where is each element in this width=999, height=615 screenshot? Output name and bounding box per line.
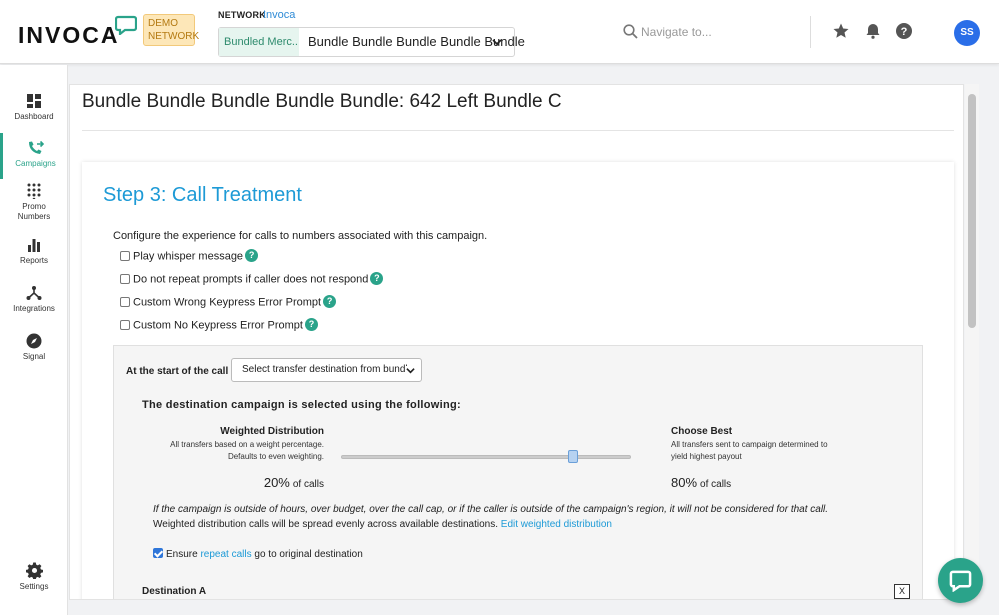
configure-text: Configure the experience for calls to nu… — [113, 230, 488, 242]
invoca-logo[interactable]: INVOCA — [18, 22, 119, 49]
main-panel: Bundle Bundle Bundle Bundle Bundle: 642 … — [69, 84, 964, 600]
star-icon[interactable] — [832, 22, 850, 40]
compass-icon — [26, 333, 42, 349]
wrong-keypress-checkbox[interactable] — [120, 296, 130, 307]
sidebar-item-reports[interactable]: Reports — [0, 237, 68, 266]
no-repeat-prompts-label: Do not repeat prompts if caller does not… — [133, 273, 369, 286]
sidebar-item-integrations[interactable]: Integrations — [0, 285, 68, 314]
logo-chat-bubble-icon — [115, 15, 137, 35]
remove-destination-button[interactable]: X — [894, 584, 910, 599]
weighted-note-text: Weighted distribution calls will be spre… — [153, 519, 498, 530]
campaign-selector[interactable]: Bundled Merc... Bundle Bundle Bundle Bun… — [218, 27, 525, 57]
repeat-calls-link[interactable]: repeat calls — [200, 549, 251, 560]
distribution-slider-handle[interactable] — [568, 450, 578, 463]
weighted-distribution-title: Weighted Distribution — [220, 426, 324, 437]
help-icon[interactable]: ? — [370, 272, 384, 285]
sidebar-item-settings[interactable]: Settings — [0, 562, 68, 592]
svg-text:?: ? — [901, 26, 908, 38]
option-play-whisper[interactable]: Play whisper message? — [120, 249, 259, 266]
sidebar-label-signal: Signal — [22, 352, 46, 361]
sidebar: Dashboard Campaigns Promo Numbers Report… — [0, 65, 68, 615]
top-header: INVOCA DEMO NETWORK NETWORK Invoca Bundl… — [0, 0, 999, 64]
sidebar-label-promo-numbers: Promo Numbers — [17, 202, 51, 221]
help-icon[interactable]: ? — [895, 22, 913, 40]
chevron-down-icon — [406, 366, 415, 375]
option-no-repeat-prompts[interactable]: Do not repeat prompts if caller does not… — [120, 272, 384, 289]
sidebar-item-promo-numbers[interactable]: Promo Numbers — [0, 183, 68, 222]
weighted-percentage: 20% of calls — [262, 474, 324, 492]
weighted-distribution-desc: All transfers based on a weight percenta… — [154, 439, 324, 463]
integrations-icon — [26, 286, 42, 300]
sidebar-label-reports: Reports — [19, 256, 48, 265]
choose-best-desc-line2: yield highest payout — [671, 452, 742, 461]
chat-support-button[interactable] — [938, 558, 983, 603]
chevron-down-icon[interactable] — [492, 37, 502, 47]
sidebar-item-campaigns[interactable]: Campaigns — [0, 133, 68, 179]
sidebar-label-integrations: Integrations — [13, 304, 55, 313]
play-whisper-label: Play whisper message — [133, 250, 244, 263]
search-icon[interactable] — [623, 24, 638, 39]
title-divider — [82, 130, 954, 131]
help-icon[interactable]: ? — [304, 318, 318, 331]
scrollbar-thumb[interactable] — [968, 94, 976, 328]
ensure-repeat-calls-checkbox[interactable] — [153, 548, 163, 559]
destination-a-label: Destination A — [142, 586, 207, 597]
choose-best-percentage: 80% of calls — [671, 474, 731, 492]
play-whisper-checkbox[interactable] — [120, 250, 130, 261]
call-treatment-card: Step 3: Call Treatment Configure the exp… — [82, 162, 954, 599]
network-link[interactable]: Invoca — [263, 9, 295, 21]
sidebar-label-settings: Settings — [19, 582, 49, 591]
navigate-search-input[interactable] — [641, 22, 801, 42]
header-divider — [810, 16, 811, 48]
weighted-desc-line1: All transfers based on a weight percenta… — [170, 440, 324, 449]
step-title: Step 3: Call Treatment — [103, 184, 302, 206]
dialpad-icon — [27, 183, 41, 199]
option-no-keypress[interactable]: Custom No Keypress Error Prompt? — [120, 318, 318, 335]
ensure-prefix: Ensure — [166, 549, 198, 560]
transfer-settings-panel: At the start of the call Select transfer… — [113, 345, 923, 599]
dashboard-icon — [27, 94, 41, 108]
destination-heading: The destination campaign is selected usi… — [142, 399, 462, 411]
wrong-keypress-label: Custom Wrong Keypress Error Prompt — [133, 296, 322, 309]
choose-best-desc-line1: All transfers sent to campaign determine… — [671, 440, 828, 449]
sidebar-item-dashboard[interactable]: Dashboard — [0, 93, 68, 122]
choose-best-desc: All transfers sent to campaign determine… — [671, 439, 846, 463]
gear-icon — [25, 562, 43, 579]
choose-best-percent-unit: of calls — [700, 479, 732, 490]
start-of-call-label: At the start of the call — [126, 366, 229, 377]
chat-bubble-icon — [949, 570, 972, 592]
network-label: NETWORK — [218, 10, 266, 20]
bar-chart-icon — [28, 239, 40, 252]
phone-transfer-icon — [28, 140, 44, 154]
sidebar-label-dashboard: Dashboard — [14, 112, 54, 121]
no-repeat-prompts-checkbox[interactable] — [120, 273, 130, 284]
option-wrong-keypress[interactable]: Custom Wrong Keypress Error Prompt? — [120, 295, 337, 312]
ensure-repeat-calls-option[interactable]: Ensure repeat calls go to original desti… — [153, 548, 363, 560]
distribution-slider-track[interactable] — [341, 455, 631, 459]
weighted-percent-unit: of calls — [292, 479, 324, 490]
no-keypress-checkbox[interactable] — [120, 319, 130, 330]
transfer-select-value: Select transfer destination from bundle — [242, 364, 414, 375]
help-icon[interactable]: ? — [323, 295, 337, 308]
user-avatar[interactable]: SS — [954, 20, 980, 46]
demo-network-badge: DEMO NETWORK — [143, 14, 199, 46]
bell-icon[interactable] — [864, 22, 882, 40]
transfer-destination-select[interactable]: Select transfer destination from bundle — [231, 358, 422, 382]
edit-weighted-distribution-link[interactable]: Edit weighted distribution — [501, 519, 612, 530]
help-icon[interactable]: ? — [245, 249, 259, 262]
weighted-percent-value: 20% — [263, 475, 290, 490]
sidebar-label-campaigns: Campaigns — [15, 159, 56, 168]
selector-merchant[interactable]: Bundled Merc... — [219, 28, 299, 56]
weighted-desc-line2: Defaults to even weighting. — [227, 452, 324, 461]
campaign-eligibility-note: If the campaign is outside of hours, ove… — [153, 504, 829, 515]
page-scrollbar[interactable] — [965, 84, 979, 600]
ensure-suffix: go to original destination — [254, 549, 363, 560]
sidebar-item-signal[interactable]: Signal — [0, 333, 68, 362]
weighted-distribution-note: Weighted distribution calls will be spre… — [153, 519, 612, 530]
page-title: Bundle Bundle Bundle Bundle Bundle: 642 … — [82, 91, 562, 112]
no-keypress-label: Custom No Keypress Error Prompt — [133, 319, 303, 332]
choose-best-title: Choose Best — [671, 426, 733, 437]
choose-best-percent-value: 80% — [671, 475, 698, 490]
